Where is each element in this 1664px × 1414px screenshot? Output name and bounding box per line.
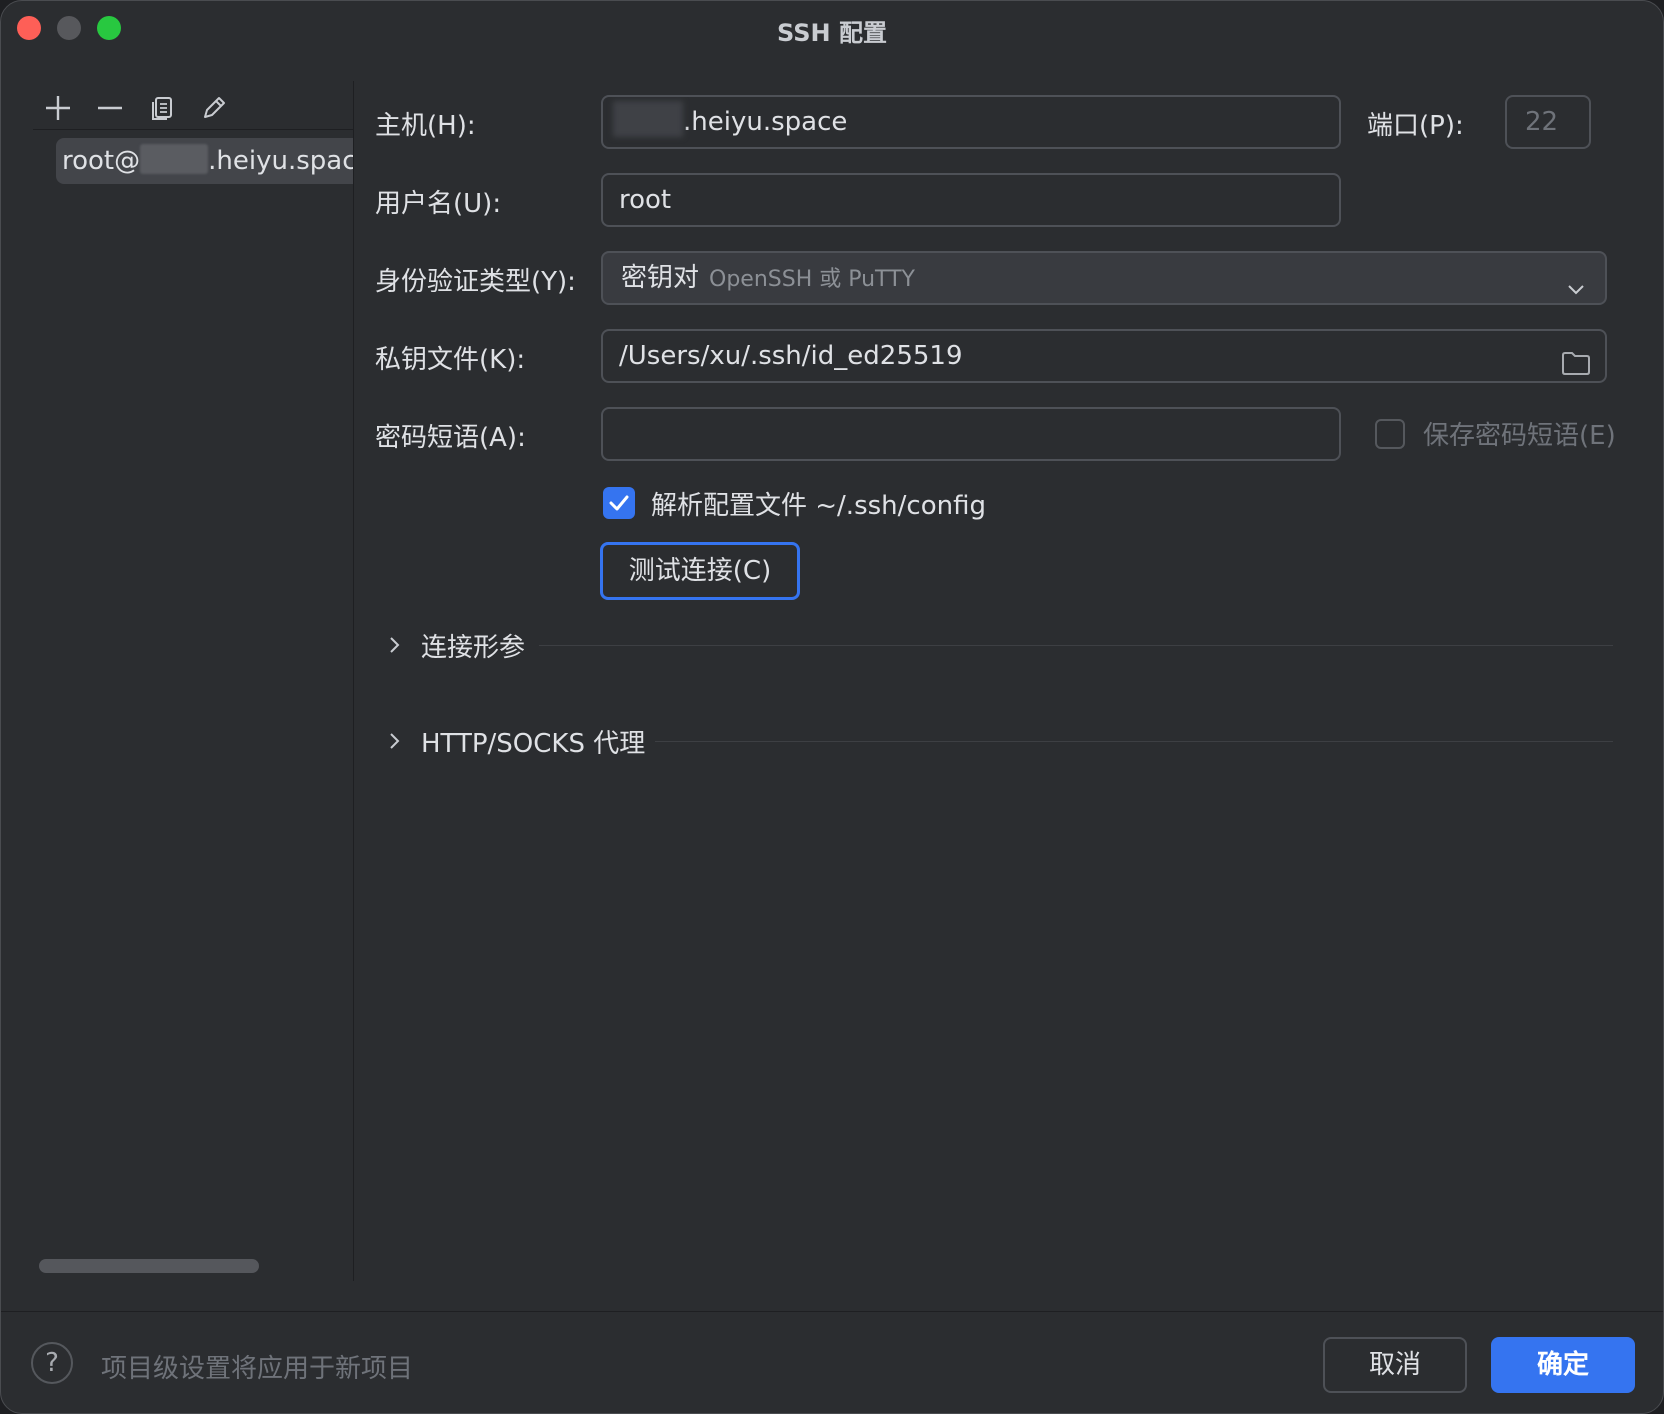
config-item-user: root@ (62, 146, 141, 176)
ssh-config-dialog: SSH 配置 root@ .heiyu.space 主机(H): .heiyu.s… (0, 0, 1664, 1414)
parse-config-label: 解析配置文件 ~/.ssh/config (651, 491, 986, 521)
port-input[interactable]: 22 (1505, 95, 1591, 149)
cancel-button[interactable]: 取消 (1323, 1337, 1467, 1393)
config-item-host: .heiyu.space (208, 146, 353, 176)
port-label: 端口(P): (1367, 111, 1464, 141)
footer-note: 项目级设置将应用于新项目 (101, 1354, 414, 1384)
save-passphrase-label: 保存密码短语(E) (1423, 421, 1616, 451)
toolbar-separator (33, 129, 353, 130)
save-passphrase-checkbox[interactable] (1375, 419, 1405, 449)
pencil-icon[interactable] (197, 91, 231, 125)
host-input[interactable]: .heiyu.space (601, 95, 1341, 149)
host-value: .heiyu.space (683, 107, 848, 137)
auth-type-value: 密钥对 (621, 263, 700, 293)
ok-button[interactable]: 确定 (1491, 1337, 1635, 1393)
plus-icon[interactable] (41, 91, 75, 125)
copy-icon[interactable] (145, 91, 179, 125)
username-label: 用户名(U): (375, 189, 502, 219)
section-divider (655, 741, 1613, 742)
key-file-input[interactable]: /Users/xu/.ssh/id_ed25519 (601, 329, 1607, 383)
redacted-host (613, 101, 683, 137)
section-proxy[interactable]: HTTP/SOCKS 代理 (385, 721, 1613, 761)
horizontal-scrollbar[interactable] (39, 1259, 259, 1273)
pane-separator (353, 81, 354, 1281)
checkmark-icon (609, 495, 629, 511)
host-label: 主机(H): (375, 111, 476, 141)
ssh-config-list-item[interactable]: root@ .heiyu.space (56, 138, 353, 184)
minus-icon[interactable] (93, 91, 127, 125)
section-title: 连接形参 (421, 633, 526, 663)
window-title: SSH 配置 (777, 19, 887, 47)
username-input[interactable]: root (601, 173, 1341, 227)
folder-icon[interactable] (1561, 343, 1591, 381)
test-connection-button[interactable]: 测试连接(C) (600, 542, 800, 600)
passphrase-label: 密码短语(A): (375, 423, 526, 453)
footer-separator (1, 1311, 1663, 1312)
key-file-value: /Users/xu/.ssh/id_ed25519 (619, 341, 963, 371)
chevron-right-icon (385, 635, 405, 659)
auth-type-hint: OpenSSH 或 PuTTY (709, 267, 915, 292)
auth-type-label: 身份验证类型(Y): (375, 267, 576, 297)
ssh-config-list-pane: root@ .heiyu.space (1, 77, 353, 1279)
section-title: HTTP/SOCKS 代理 (421, 729, 646, 759)
title-bar: SSH 配置 (1, 1, 1663, 57)
key-file-label: 私钥文件(K): (375, 345, 526, 375)
passphrase-input[interactable] (601, 407, 1341, 461)
chevron-down-icon (1565, 267, 1587, 303)
section-divider (539, 645, 1613, 646)
help-button[interactable]: ? (31, 1342, 73, 1384)
redacted-host (140, 144, 209, 174)
auth-type-select[interactable]: 密钥对 OpenSSH 或 PuTTY (601, 251, 1607, 305)
section-connection-params[interactable]: 连接形参 (385, 625, 1613, 665)
parse-config-checkbox[interactable] (603, 487, 635, 519)
chevron-right-icon (385, 731, 405, 755)
